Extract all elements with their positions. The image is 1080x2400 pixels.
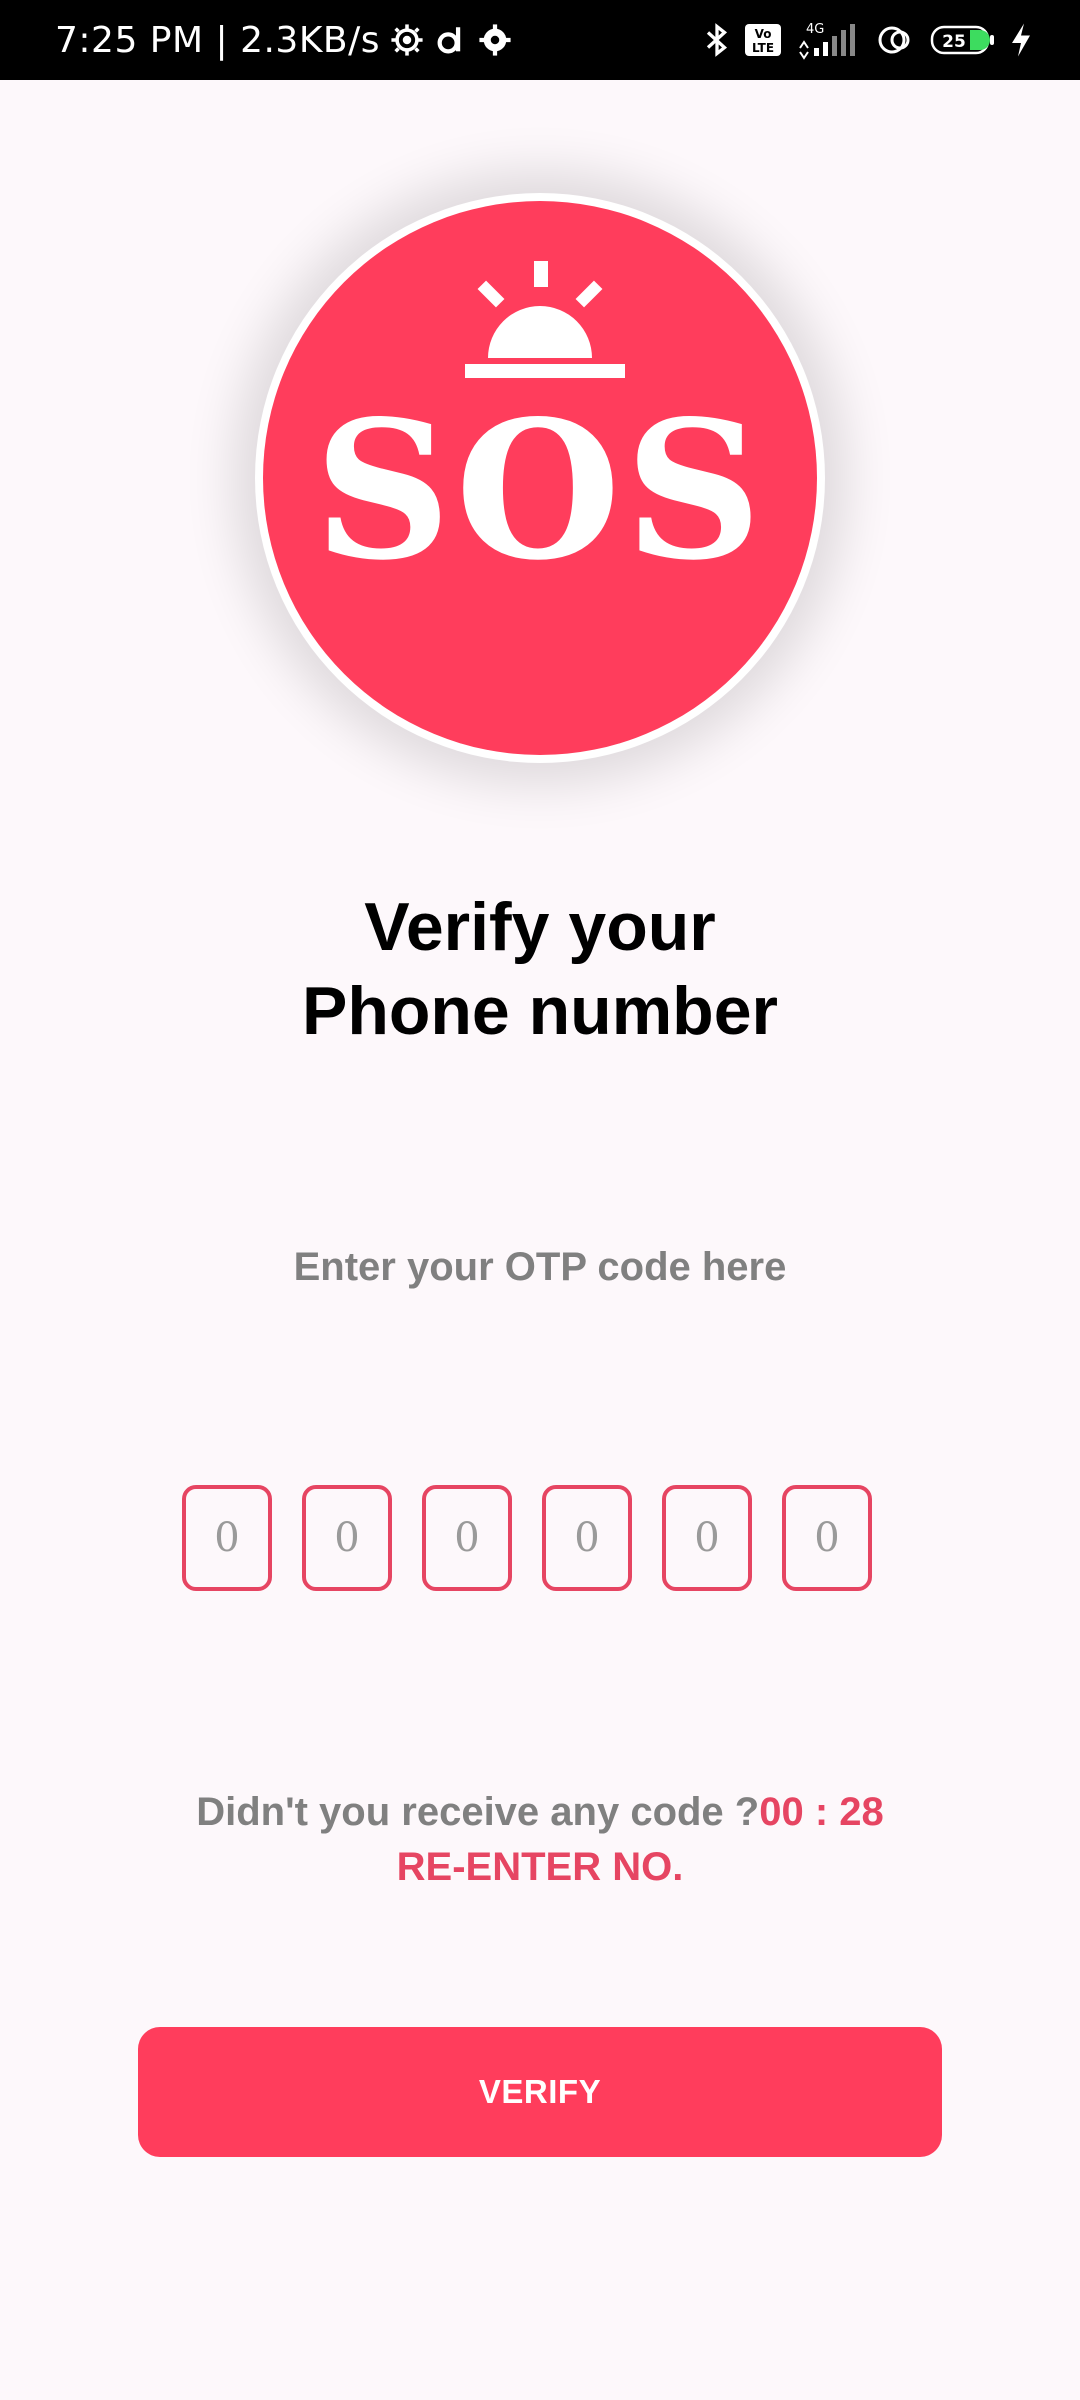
hotspot-icon (876, 22, 916, 58)
volte-icon: Vo LTE (744, 23, 782, 57)
sos-logo-circle: SOS (263, 201, 817, 755)
svg-text:Vo: Vo (755, 27, 772, 41)
bluetooth-icon (704, 22, 730, 58)
otp-digit-5[interactable]: 0 (662, 1485, 752, 1591)
svg-text:25: 25 (942, 32, 966, 52)
otp-digit-1[interactable]: 0 (182, 1485, 272, 1591)
sos-logo: SOS (255, 193, 825, 763)
otp-input-group: 0 0 0 0 0 0 (182, 1485, 872, 1595)
resend-row: Didn't you receive any code ?00 : 28 (0, 1790, 1080, 1835)
signal-icon: 4G (796, 20, 862, 60)
page-title-line1: Verify your (364, 889, 716, 965)
gear-icon (390, 23, 424, 57)
svg-text:4G: 4G (806, 22, 824, 37)
d-app-icon (434, 23, 468, 57)
page-title-line2: Phone number (301, 973, 779, 1049)
otp-digit-2[interactable]: 0 (302, 1485, 392, 1591)
verify-button[interactable]: VERIFY (138, 2027, 942, 2157)
otp-digit-6[interactable]: 0 (782, 1485, 872, 1591)
status-time-speed: 7:25 PM | 2.3KB/s (55, 19, 381, 61)
status-bar: 7:25 PM | 2.3KB/s Vo LTE 4G 25 (0, 0, 1080, 80)
otp-instruction: Enter your OTP code here (293, 1245, 787, 1289)
resend-timer: 00 : 28 (759, 1790, 884, 1834)
reenter-number-link[interactable]: RE-ENTER NO. (0, 1845, 1080, 1890)
svg-text:LTE: LTE (752, 41, 774, 55)
otp-digit-3[interactable]: 0 (422, 1485, 512, 1591)
resend-question: Didn't you receive any code ? (196, 1790, 760, 1834)
battery-icon: 25 (930, 23, 996, 57)
otp-digit-4[interactable]: 0 (542, 1485, 632, 1591)
page-title: Verify your Phone number (0, 885, 1080, 1053)
settings-icon (478, 23, 512, 57)
sos-logo-text: SOS (314, 379, 766, 602)
charging-icon (1010, 22, 1032, 58)
